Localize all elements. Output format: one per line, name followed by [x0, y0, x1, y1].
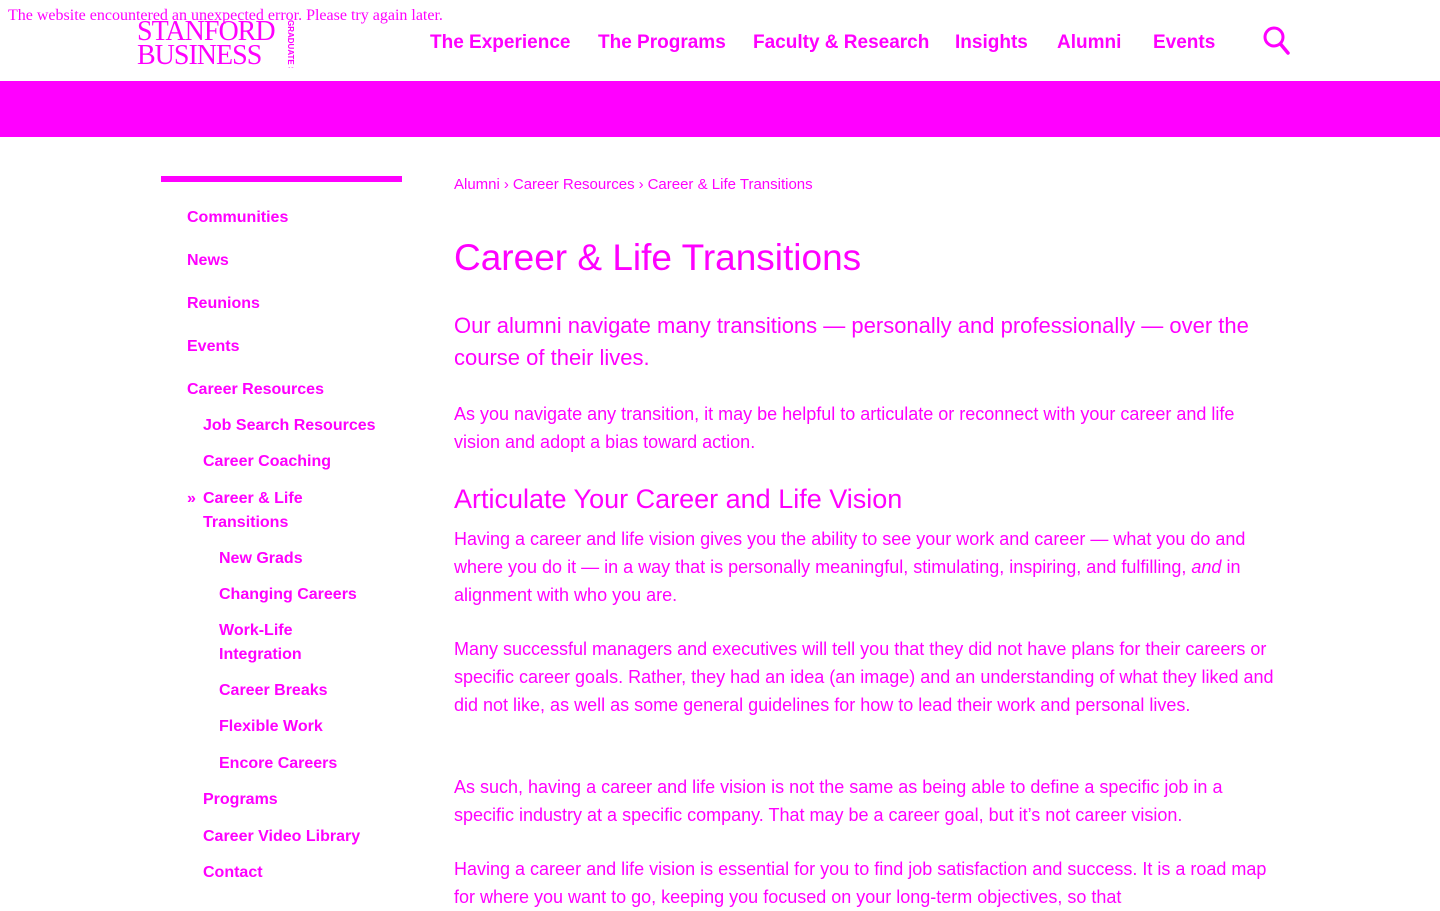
hero-banner — [0, 81, 1440, 137]
nav-events[interactable]: Events — [1153, 30, 1215, 56]
nav-faculty-research[interactable]: Faculty & Research — [753, 30, 929, 56]
sidebar-item-career-resources[interactable]: Career Resources — [187, 378, 324, 402]
sidebar-item-contact[interactable]: Contact — [203, 861, 263, 885]
section-heading: Articulate Your Career and Life Vision — [454, 484, 903, 514]
search-icon — [1263, 26, 1290, 55]
nav-the-programs[interactable]: The Programs — [598, 30, 726, 56]
vision-paragraph-1-emphasis: and — [1191, 557, 1222, 577]
vision-paragraph-4: Having a career and life vision is essen… — [454, 859, 1267, 907]
sidebar-divider — [161, 176, 402, 182]
breadcrumb: Alumni › Career Resources › Career & Life Tr… — [454, 175, 813, 195]
sidebar-item-work-life-integration[interactable]: Work-Life Integration — [219, 619, 329, 667]
main-nav: The Experience The Programs Faculty & Re… — [0, 30, 1440, 58]
nav-alumni[interactable]: Alumni — [1057, 30, 1121, 56]
sidebar-item-flexible-work[interactable]: Flexible Work — [219, 715, 323, 739]
sidebar-item-career-breaks[interactable]: Career Breaks — [219, 679, 328, 703]
sidebar-item-career-life-transitions[interactable]: Career & Life Transitions — [187, 487, 333, 535]
nav-insights[interactable]: Insights — [955, 30, 1028, 56]
vision-paragraph-3: As such, having a career and life vision… — [454, 777, 1223, 825]
breadcrumb-current[interactable]: Career & Life Transitions — [648, 176, 813, 193]
sidebar-item-encore-careers[interactable]: Encore Careers — [219, 752, 337, 776]
search-button[interactable] — [1262, 25, 1292, 57]
sidebar-item-events[interactable]: Events — [187, 335, 239, 359]
intro-paragraph: As you navigate any transition, it may b… — [454, 404, 1235, 452]
sidebar-item-career-coaching[interactable]: Career Coaching — [203, 450, 331, 474]
nav-the-experience[interactable]: The Experience — [430, 30, 570, 56]
sidebar-item-changing-careers[interactable]: Changing Careers — [219, 583, 357, 607]
lead-paragraph: Our alumni navigate many transitions — p… — [454, 313, 1249, 370]
sidebar-item-job-search-resources[interactable]: Job Search Resources — [203, 414, 376, 438]
sidebar-item-news[interactable]: News — [187, 249, 229, 273]
breadcrumb-alumni[interactable]: Alumni — [454, 176, 500, 193]
page-title: Career & Life Transitions — [454, 237, 862, 278]
breadcrumb-separator: › — [638, 176, 644, 193]
sidebar-item-new-grads[interactable]: New Grads — [219, 547, 303, 571]
sidebar-item-communities[interactable]: Communities — [187, 206, 288, 230]
vision-paragraph-2: Many successful managers and executives … — [454, 639, 1274, 715]
breadcrumb-separator: › — [503, 176, 509, 193]
sidebar-item-career-video-library[interactable]: Career Video Library — [203, 825, 360, 849]
sidebar-item-reunions[interactable]: Reunions — [187, 292, 260, 316]
breadcrumb-career-resources[interactable]: Career Resources — [513, 176, 635, 193]
vision-paragraph-1-start: Having a career and life vision gives yo… — [454, 529, 1246, 577]
sidebar-item-programs[interactable]: Programs — [203, 788, 278, 812]
vision-paragraph-1: Having a career and life vision gives yo… — [454, 525, 1284, 609]
